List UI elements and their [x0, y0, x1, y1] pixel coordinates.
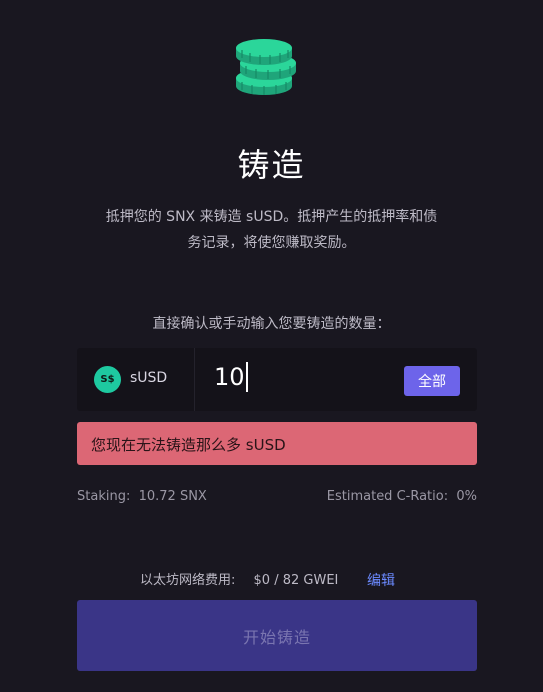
susd-token-icon: S$: [94, 366, 121, 393]
start-mint-button[interactable]: 开始铸造: [77, 600, 477, 671]
mint-instruction: 直接确认或手动输入您要铸造的数量：: [152, 316, 391, 332]
staking-stat: Staking: 10.72 SNX: [77, 489, 207, 504]
staking-label: Staking:: [77, 489, 131, 504]
currency-label: sUSD: [130, 370, 168, 386]
gas-fee-label: 以太坊网络费用:: [140, 573, 236, 588]
gas-fee-value: $0 / 82 GWEI: [253, 573, 339, 588]
description-line-2: 务记录，将使您赚取奖励。: [187, 235, 356, 251]
error-message: 您现在无法铸造那么多 sUSD: [77, 422, 477, 465]
description-line-1: 抵押您的 SNX 来铸造 sUSD。抵押产生的抵押率和债: [105, 209, 438, 225]
mint-amount-input[interactable]: 10: [214, 362, 248, 392]
gas-edit-link[interactable]: 编辑: [367, 570, 395, 590]
currency-selector: S$ sUSD: [77, 348, 195, 411]
cratio-value: 0%: [456, 489, 477, 504]
page-description: 抵押您的 SNX 来铸造 sUSD。抵押产生的抵押率和债 务记录，将使您赚取奖励…: [80, 204, 463, 256]
mint-amount-row: S$ sUSD 10 全部: [77, 348, 477, 411]
susd-token-icon-text: S$: [100, 374, 115, 385]
gas-fee-row: 以太坊网络费用: $0 / 82 GWEI: [140, 569, 338, 588]
max-button[interactable]: 全部: [404, 366, 460, 396]
coins-stack-icon: [232, 38, 302, 100]
page-title: 铸造: [237, 146, 306, 184]
error-message-text: 您现在无法铸造那么多 sUSD: [91, 436, 286, 454]
staking-value: 10.72 SNX: [138, 489, 207, 504]
cratio-label: Estimated C-Ratio:: [326, 489, 449, 504]
cratio-stat: Estimated C-Ratio: 0%: [327, 489, 477, 504]
